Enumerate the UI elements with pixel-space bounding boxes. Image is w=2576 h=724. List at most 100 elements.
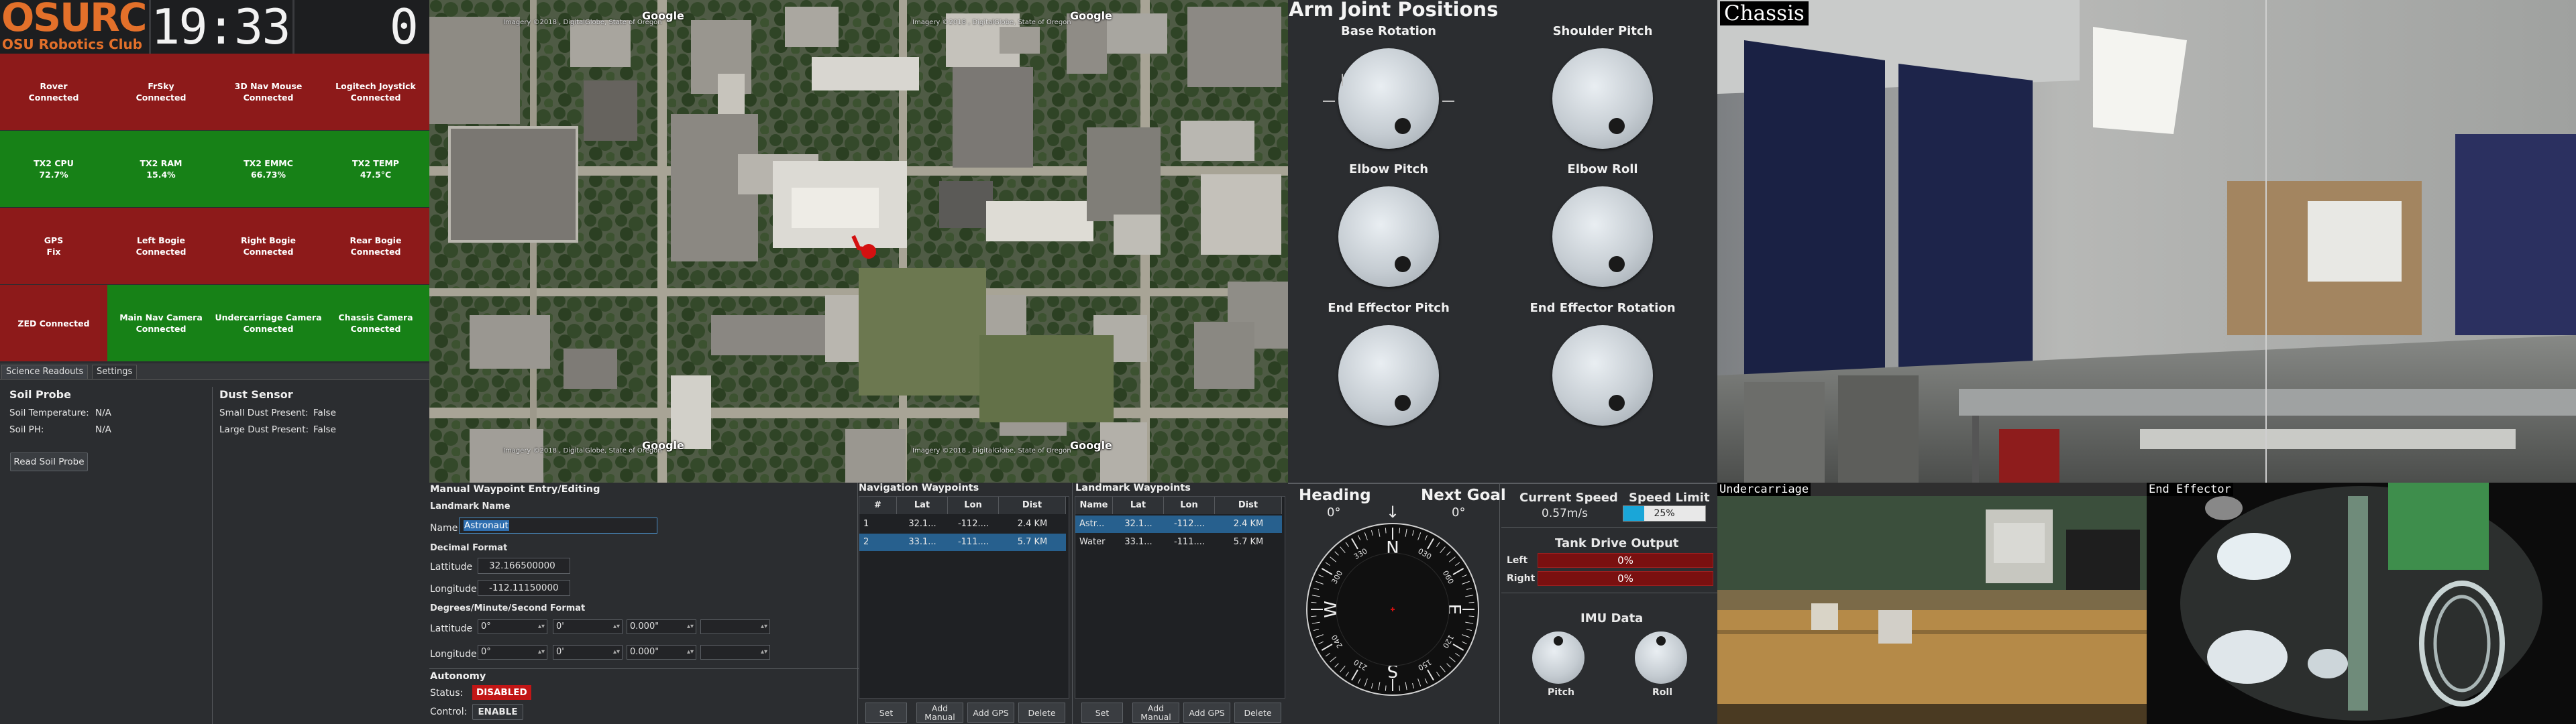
divider <box>1499 483 1500 724</box>
table-cell: -112.... <box>1173 519 1205 529</box>
autonomy-enable-button[interactable]: ENABLE <box>472 704 523 720</box>
landmark-waypoints-table: Name Lat Lon Dist Astr... 32.1... -112.... 2.4 … <box>1075 496 1285 699</box>
status-tile-name: Right Bogie <box>241 235 296 245</box>
joint-label: End Effector Pitch <box>1328 301 1450 315</box>
dms-select-value: 0' <box>556 647 564 657</box>
status-tile-value: 15.4% <box>146 170 176 180</box>
soil-ph-label: Soil PH: <box>9 424 44 435</box>
speed-limit-slider[interactable]: 25% <box>1623 505 1706 522</box>
read-soil-probe-button[interactable]: Read Soil Probe <box>10 452 88 471</box>
joint-dial <box>1338 186 1439 287</box>
autonomy-status-badge: DISABLED <box>472 685 531 700</box>
dms-lat-label: Lattitude <box>430 623 473 634</box>
joint-dial-indicator <box>1395 395 1411 411</box>
status-tile: Main Nav Camera Connected <box>107 285 215 361</box>
dial-tick <box>1323 101 1335 102</box>
status-tile-value: 66.73% <box>250 170 286 180</box>
status-tile-name: TX2 TEMP <box>352 158 399 168</box>
dms-select[interactable]: 0' ▴▾ <box>553 645 623 660</box>
compass-tick <box>1399 528 1401 534</box>
table-cell: -111.... <box>1173 537 1205 547</box>
pitch-label: Pitch <box>1548 687 1575 698</box>
landmark-name-input[interactable]: Astronaut <box>459 518 657 534</box>
dial-tick <box>1442 101 1454 102</box>
tab-settings[interactable]: Settings <box>92 365 138 379</box>
joint-dial-indicator <box>1395 118 1411 134</box>
table-header[interactable]: Dist <box>999 497 1066 514</box>
compass-tick <box>1399 685 1401 691</box>
dms-select[interactable]: ▴▾ <box>700 619 770 634</box>
status-tile-value: Connected <box>350 247 401 257</box>
table-row[interactable]: Astr... 32.1... -112.... 2.4 KM <box>1075 516 1282 533</box>
dms-select[interactable]: 0.000" ▴▾ <box>627 619 696 634</box>
map-imagery <box>429 0 1288 483</box>
soil-temp-label: Soil Temperature: <box>9 408 89 418</box>
end-effector-camera-feed: End Effector <box>2147 483 2576 724</box>
joint-label: Elbow Pitch <box>1348 162 1429 176</box>
goal-arrow-icon: ↓ <box>1386 503 1400 522</box>
dms-select[interactable]: 0° ▴▾ <box>478 645 547 660</box>
table-row[interactable]: Water 33.1... -111.... 5.7 KM <box>1075 534 1282 551</box>
table-cell: 5.7 KM <box>1017 537 1048 547</box>
add-manual-button[interactable]: Add Manual <box>1132 703 1179 723</box>
right-output-label: Right <box>1507 573 1536 584</box>
table-header[interactable]: # <box>859 497 897 514</box>
autonomy-title: Autonomy <box>430 671 486 682</box>
status-tile-value: Connected <box>28 93 79 103</box>
dms-select[interactable]: 0.000" ▴▾ <box>627 645 696 660</box>
delete-button[interactable]: Delete <box>1234 703 1281 723</box>
chassis-camera-feed: Chassis <box>1717 0 2576 483</box>
chassis-camera-label: Chassis <box>1720 1 1809 25</box>
spin-arrows-icon: ▴▾ <box>760 623 767 630</box>
large-dust-value: False <box>313 424 336 435</box>
dms-select[interactable]: 0° ▴▾ <box>478 619 547 634</box>
next-goal-value: 0° <box>1452 505 1466 520</box>
decimal-lat-input[interactable]: 32.166500000 <box>478 558 570 574</box>
status-tile: Rear Bogie Connected <box>322 208 429 284</box>
status-tile: Undercarriage Camera Connected <box>215 285 322 361</box>
table-cell: 2.4 KM <box>1233 519 1264 529</box>
delete-button[interactable]: Delete <box>1018 703 1065 723</box>
table-row[interactable]: 2 33.1... -111.... 5.7 KM <box>859 534 1066 551</box>
decimal-lon-input[interactable]: -112.11150000 <box>478 580 570 596</box>
arm-joint-panel: Arm Joint Positions Base Rotation Shoulde… <box>1288 0 1717 483</box>
counter-display: 0 <box>389 0 419 55</box>
table-cell: 32.1... <box>1124 519 1152 529</box>
dial-tick <box>1342 74 1343 86</box>
satellite-map[interactable]: Google Imagery ©2018 , DigitalGlobe, Sta… <box>429 0 1288 483</box>
dust-sensor-title: Dust Sensor <box>219 388 293 401</box>
table-header[interactable]: Lon <box>948 497 999 514</box>
lat-label: Lattitude <box>430 562 473 572</box>
spin-arrows-icon: ▴▾ <box>686 623 694 630</box>
table-cell: 33.1... <box>1124 537 1152 547</box>
joint-dial <box>1552 186 1653 287</box>
manual-entry-title: Manual Waypoint Entry/Editing <box>430 484 600 495</box>
table-header[interactable]: Lat <box>897 497 948 514</box>
table-cell: 2 <box>863 537 869 547</box>
status-tile: TX2 CPU 72.7% <box>0 131 107 207</box>
dms-select-value: 0.000" <box>630 647 659 657</box>
imagery-credit: Imagery ©2018 , DigitalGlobe, State of O… <box>503 447 662 455</box>
table-header[interactable]: Lon <box>1164 497 1215 514</box>
set-button[interactable]: Set <box>1081 703 1123 723</box>
status-tile-name: Chassis Camera <box>338 312 413 322</box>
status-tile: TX2 EMMC 66.73% <box>215 131 322 207</box>
name-label: Name <box>430 523 458 534</box>
tab-science-readouts[interactable]: Science Readouts <box>1 365 89 379</box>
divider <box>1501 527 1717 528</box>
table-header[interactable]: Lat <box>1113 497 1164 514</box>
table-row[interactable]: 1 32.1... -112.... 2.4 KM <box>859 516 1066 533</box>
dms-select[interactable]: 0' ▴▾ <box>553 619 623 634</box>
table-header[interactable]: Dist <box>1215 497 1282 514</box>
spin-arrows-icon: ▴▾ <box>537 648 545 656</box>
dms-select[interactable]: ▴▾ <box>700 645 770 660</box>
nav-waypoints-title: Navigation Waypoints <box>859 483 979 493</box>
add-manual-button[interactable]: Add Manual <box>916 703 963 723</box>
autonomy-status-label: Status: <box>430 688 464 699</box>
lon-label: Longitude <box>430 584 477 595</box>
add-gps-button[interactable]: Add GPS <box>1183 703 1230 723</box>
table-header[interactable]: Name <box>1075 497 1113 514</box>
set-button[interactable]: Set <box>865 703 907 723</box>
add-gps-button[interactable]: Add GPS <box>967 703 1014 723</box>
imagery-credit: Imagery ©2018 , DigitalGlobe, State of O… <box>503 19 662 26</box>
